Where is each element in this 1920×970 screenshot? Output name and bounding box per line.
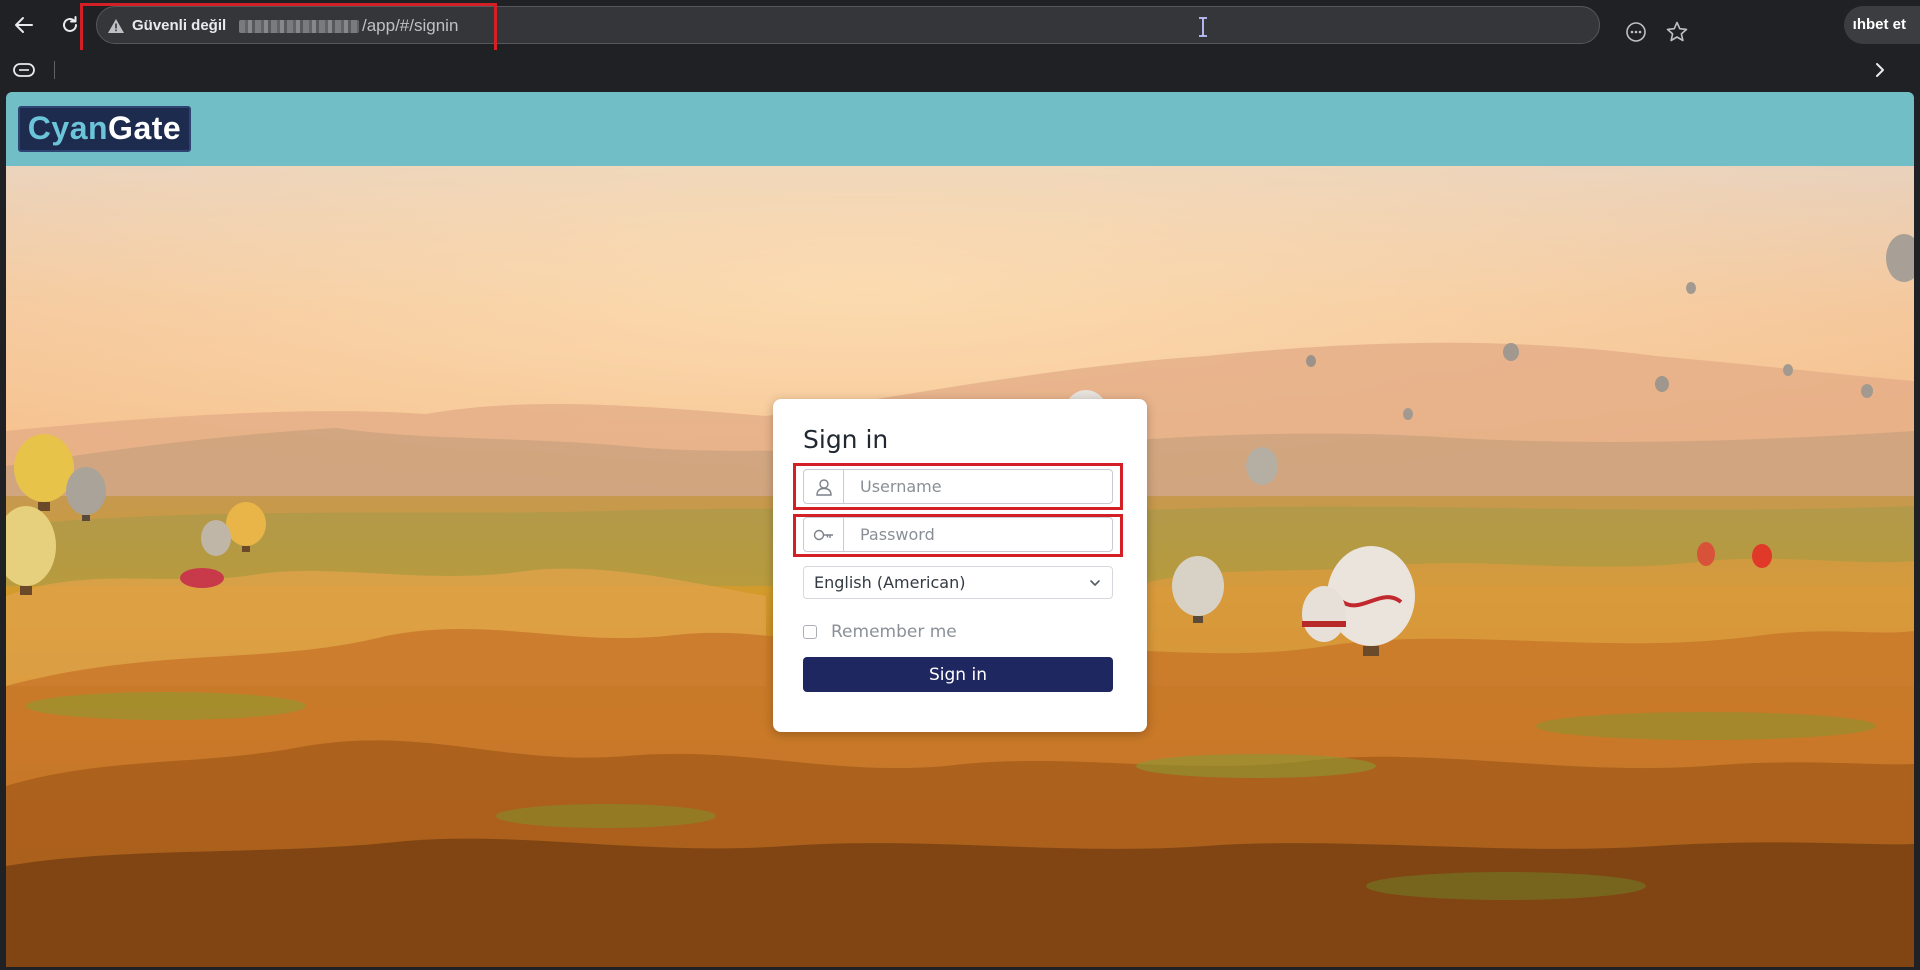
password-input[interactable] [844, 518, 1110, 551]
warning-triangle-icon[interactable] [107, 17, 125, 35]
text-cursor-icon [1199, 17, 1207, 37]
reader-mode-icon[interactable] [1625, 21, 1647, 43]
browser-toolbar: Güvenli değil /app/#/signin ıhbet et [0, 0, 1920, 66]
back-arrow-icon [15, 17, 33, 33]
username-icon-box [804, 470, 844, 503]
security-status-label[interactable]: Güvenli değil [132, 17, 226, 35]
language-select[interactable]: English (American) [803, 566, 1113, 599]
language-selected-value: English (American) [814, 573, 966, 592]
username-field[interactable] [803, 469, 1113, 504]
chevron-right-icon[interactable] [1870, 60, 1890, 80]
chat-button[interactable]: ıhbet et [1844, 6, 1920, 44]
app-header: CyanGate [6, 92, 1914, 166]
reload-button[interactable] [53, 8, 87, 42]
url-host-redacted [239, 20, 359, 33]
remember-me-label[interactable]: Remember me [831, 622, 957, 642]
cyangate-logo[interactable]: CyanGate [18, 106, 191, 152]
bookmarks-separator [54, 61, 55, 79]
page-viewport: CyanGate Sign in Username English (Ameri… [6, 92, 1914, 967]
back-button[interactable] [7, 8, 41, 42]
signin-button[interactable]: Sign in [803, 657, 1113, 692]
url-path[interactable]: /app/#/signin [362, 17, 458, 35]
remember-me-checkbox[interactable] [803, 625, 817, 639]
logo-text-gate: Gate [108, 110, 182, 146]
tab-search-icon[interactable] [12, 60, 36, 80]
signin-card: Sign in English (American) [773, 399, 1147, 732]
key-icon [813, 529, 833, 540]
bookmarks-bar [0, 50, 1920, 90]
address-bar[interactable]: Güvenli değil /app/#/signin [96, 6, 1688, 44]
user-icon [815, 478, 832, 496]
password-field[interactable] [803, 517, 1113, 552]
password-icon-box [804, 518, 844, 551]
reload-icon [63, 16, 77, 32]
signin-title: Sign in [803, 425, 889, 454]
logo-text-cyan: Cyan [27, 110, 109, 146]
username-input[interactable] [844, 470, 1110, 503]
star-icon[interactable] [1665, 20, 1689, 44]
chevron-down-icon [1090, 580, 1100, 586]
